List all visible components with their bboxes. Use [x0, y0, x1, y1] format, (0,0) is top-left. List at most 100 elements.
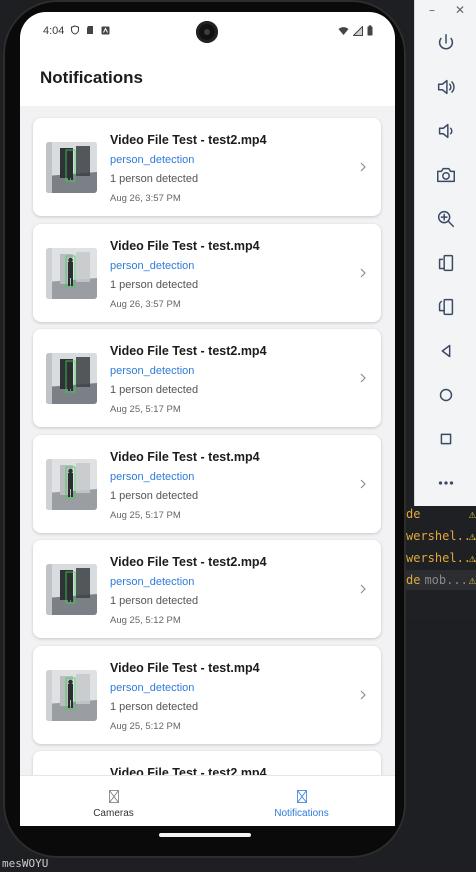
ide-line-text: wershel... — [406, 551, 476, 565]
notification-description: 1 person detected — [110, 489, 199, 502]
more-icon[interactable] — [431, 468, 461, 498]
warning-icon: ⚠ — [468, 529, 476, 543]
camera-snapshot-image — [46, 564, 97, 615]
ide-line-extra: mob... — [424, 573, 468, 587]
tab-cameras-label: Cameras — [93, 808, 134, 819]
emulator-toolbar: – ✕ — [414, 0, 476, 506]
notification-title: Video File Test - test.mp4 — [110, 660, 260, 675]
overview-icon[interactable] — [431, 424, 461, 454]
notification-card[interactable]: Video File Test - test2.mp4 person_detec… — [33, 118, 381, 216]
warning-icon: ⚠ — [468, 507, 476, 521]
notification-card[interactable]: Video File Test - test.mp4 person_detect… — [33, 434, 381, 533]
status-icons-right — [338, 25, 373, 36]
camera-snapshot-image — [46, 458, 97, 510]
notification-title: Video File Test - test2.mp4 — [110, 133, 267, 147]
signal-icon — [353, 25, 363, 36]
close-button[interactable]: ✕ — [453, 4, 467, 16]
notification-type: person_detection — [110, 365, 195, 377]
warning-icon: ⚠ — [468, 573, 476, 587]
back-icon[interactable] — [431, 336, 461, 366]
ide-bottom-text: mesWOYU — [0, 856, 476, 872]
notification-time: Aug 25, 5:17 PM — [110, 404, 181, 415]
page-title: Notifications — [40, 68, 143, 87]
notification-type: person_detection — [110, 154, 195, 166]
notification-description: 1 person detected — [110, 278, 199, 291]
home-icon[interactable] — [431, 380, 461, 410]
notification-list[interactable]: Video File Test - test2.mp4 person_detec… — [20, 106, 395, 776]
status-bar: 4:04 — [20, 12, 395, 52]
tab-notifications-label: Notifications — [274, 808, 329, 819]
shield-icon — [70, 25, 80, 35]
notification-card[interactable]: Video File Test - test2.mp4 person_detec… — [33, 329, 381, 427]
camera-snapshot-image — [46, 142, 97, 193]
power-icon[interactable] — [431, 28, 461, 58]
chevron-right-icon — [360, 584, 366, 594]
notification-card[interactable]: Video File Test - test.mp4 person_detect… — [33, 645, 381, 744]
minimize-button[interactable]: – — [425, 4, 439, 16]
home-indicator[interactable] — [159, 833, 251, 837]
camera-snapshot-image — [46, 669, 97, 721]
notification-thumbnail — [46, 247, 97, 299]
notification-time: Aug 25, 5:12 PM — [110, 720, 181, 732]
ide-line-text: wershel... — [406, 529, 476, 543]
notification-type: person_detection — [110, 470, 195, 483]
notification-card[interactable]: Video File Test - test.mp4 person_detect… — [33, 223, 381, 322]
chevron-right-icon — [360, 268, 366, 277]
notification-time: Aug 25, 5:12 PM — [110, 615, 181, 626]
notification-type: person_detection — [110, 259, 195, 272]
notification-title: Video File Test - test.mp4 — [110, 449, 260, 464]
notification-title: Video File Test - test2.mp4 — [110, 344, 267, 358]
ide-line-text: de — [406, 507, 421, 521]
notification-thumbnail — [46, 353, 97, 404]
status-time: 4:04 — [43, 25, 65, 37]
notification-time: Aug 26, 3:57 PM — [110, 298, 181, 310]
app-badge-icon — [101, 26, 110, 34]
notification-card[interactable]: Video File Test - test2.mp4 — [33, 751, 381, 776]
status-icons-left — [70, 25, 110, 35]
chevron-right-icon — [360, 690, 366, 699]
notification-thumbnail — [46, 142, 97, 193]
camera-snapshot-image — [46, 353, 97, 404]
zoom-icon[interactable] — [431, 204, 461, 234]
phone-frame: 4:04 Notifications Video File Test - tes… — [3, 0, 406, 858]
ide-line: wershel... ⚠ — [406, 526, 476, 546]
notification-title: Video File Test - test2.mp4 — [110, 555, 267, 569]
notification-thumbnail — [46, 564, 97, 615]
notification-description: 1 person detected — [110, 384, 199, 396]
notifications-tab-icon — [296, 790, 307, 803]
warning-icon: ⚠ — [468, 551, 476, 565]
notification-thumbnail — [46, 669, 97, 721]
camera-icon[interactable] — [431, 160, 461, 190]
volume-up-icon[interactable] — [431, 72, 461, 102]
notification-description: 1 person detected — [110, 700, 199, 713]
notification-title: Video File Test - test.mp4 — [110, 238, 260, 253]
camera-snapshot-image — [46, 247, 97, 299]
rotate-right-icon[interactable] — [431, 292, 461, 322]
notification-type: person_detection — [110, 681, 195, 694]
battery-icon — [367, 25, 373, 36]
tab-cameras[interactable]: Cameras — [20, 776, 207, 826]
notification-time: Aug 25, 5:17 PM — [110, 509, 181, 521]
chevron-right-icon — [360, 162, 366, 172]
ide-line: de mob... ⚠ — [406, 570, 476, 590]
front-camera — [196, 21, 218, 43]
ide-line: de ⚠ — [406, 504, 476, 524]
notification-type: person_detection — [110, 576, 195, 588]
wifi-icon — [338, 26, 349, 35]
chevron-right-icon — [360, 479, 366, 488]
volume-down-icon[interactable] — [431, 116, 461, 146]
ide-line-text: de — [406, 573, 421, 587]
app-screen: 4:04 Notifications Video File Test - tes… — [20, 12, 395, 826]
cameras-tab-icon — [108, 790, 119, 803]
chevron-right-icon — [360, 373, 366, 383]
notification-description: 1 person detected — [110, 595, 199, 607]
tab-notifications[interactable]: Notifications — [208, 776, 395, 826]
ide-line: wershel... ⚠ — [406, 548, 476, 568]
rotate-left-icon[interactable] — [431, 248, 461, 278]
notification-time: Aug 26, 3:57 PM — [110, 193, 181, 204]
bottom-tab-bar: Cameras Notifications — [20, 775, 395, 826]
sd-card-icon — [87, 26, 93, 34]
notification-description: 1 person detected — [110, 173, 199, 185]
notification-thumbnail — [46, 458, 97, 510]
notification-card[interactable]: Video File Test - test2.mp4 person_detec… — [33, 540, 381, 638]
